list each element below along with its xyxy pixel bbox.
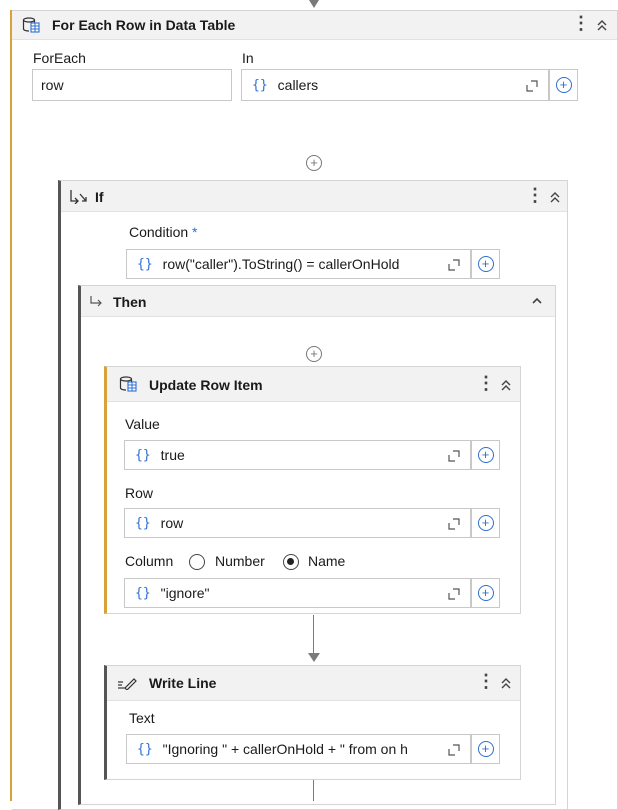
column-expression-value: "ignore" (160, 585, 210, 601)
add-activity-icon[interactable]: + (306, 346, 322, 362)
foreach-variable-input[interactable]: row (32, 69, 232, 101)
write-line-collapse-icon[interactable] (500, 676, 512, 690)
value-expression-input[interactable]: {} true (124, 440, 471, 470)
value-expression-value: true (160, 447, 185, 463)
if-branch-icon (70, 190, 87, 204)
write-line-header[interactable]: Write Line ⋮ (107, 666, 520, 701)
value-add-button[interactable]: + (471, 440, 500, 470)
foreach-collapse-icon[interactable] (596, 18, 608, 32)
expression-icon: {} (137, 741, 153, 757)
plus-circle-icon: + (477, 256, 494, 272)
text-expression-input[interactable]: {} "Ignoring " + callerOnHold + " from o… (126, 734, 471, 764)
if-header[interactable]: If ⋮ (61, 181, 567, 212)
plus-circle-icon: + (477, 447, 494, 463)
foreach-title: For Each Row in Data Table (52, 17, 236, 33)
expression-icon: {} (137, 256, 153, 272)
connector-line (313, 615, 314, 655)
text-add-button[interactable]: + (471, 734, 500, 764)
column-add-button[interactable]: + (471, 578, 500, 608)
write-line-menu-kebab-icon[interactable]: ⋮ (477, 671, 495, 692)
required-mark: * (192, 224, 198, 240)
column-expression-input[interactable]: {} "ignore" (124, 578, 471, 608)
update-row-item-collapse-icon[interactable] (500, 378, 512, 392)
update-row-item-menu-kebab-icon[interactable]: ⋮ (477, 373, 495, 394)
write-line-title: Write Line (149, 675, 217, 691)
connector-arrow-top (309, 0, 319, 8)
write-line-pen-icon (118, 678, 137, 690)
plus-circle-icon: + (477, 741, 494, 757)
then-title: Then (113, 294, 147, 310)
foreach-header[interactable]: For Each Row in Data Table ⋮ (12, 11, 617, 40)
foreach-variable-value: row (41, 77, 64, 93)
condition-label-text: Condition (129, 224, 189, 240)
add-activity-icon[interactable]: + (306, 155, 322, 171)
condition-expression-input[interactable]: {} row("caller").ToString() = callerOnHo… (126, 249, 471, 279)
then-header[interactable]: Then (81, 286, 555, 317)
expression-icon: {} (135, 447, 151, 463)
update-row-item-title: Update Row Item (149, 377, 263, 393)
row-add-button[interactable]: + (471, 508, 500, 538)
then-arrow-icon (90, 296, 102, 307)
in-label: In (242, 50, 254, 66)
column-number-radio[interactable] (189, 554, 205, 570)
row-label: Row (125, 485, 154, 501)
row-expression-value: row (160, 515, 184, 531)
column-name-radio[interactable] (283, 554, 299, 570)
if-collapse-icon[interactable] (549, 190, 561, 204)
expression-icon: {} (252, 77, 268, 93)
in-expression-value: callers (277, 77, 319, 93)
column-name-label[interactable]: Name (308, 553, 345, 569)
connector-line (313, 780, 314, 801)
in-expression-input[interactable]: {} callers (241, 69, 549, 101)
column-number-label[interactable]: Number (215, 553, 265, 569)
foreach-menu-kebab-icon[interactable]: ⋮ (572, 13, 590, 34)
expand-editor-icon[interactable] (448, 518, 460, 530)
plus-circle-icon: + (477, 585, 494, 601)
data-table-icon (22, 17, 40, 33)
connector-arrow (308, 653, 320, 662)
foreach-label: ForEach (33, 50, 86, 66)
then-collapse-icon[interactable] (531, 296, 543, 306)
plus-circle-icon: + (477, 515, 494, 531)
in-add-button[interactable]: + (549, 69, 578, 101)
text-label: Text (129, 710, 155, 726)
expand-editor-icon[interactable] (448, 588, 460, 600)
text-expression-value: "Ignoring " + callerOnHold + " from on h (162, 741, 408, 757)
update-row-item-activity[interactable]: Update Row Item ⋮ (104, 366, 521, 614)
expression-icon: {} (135, 515, 151, 531)
condition-expression-value: row("caller").ToString() = callerOnHold (162, 256, 400, 272)
data-table-icon (119, 376, 137, 392)
if-title: If (95, 189, 104, 205)
expand-editor-icon[interactable] (526, 80, 538, 92)
condition-label: Condition * (129, 224, 198, 240)
value-label: Value (125, 416, 160, 432)
expand-editor-icon[interactable] (448, 744, 460, 756)
condition-add-button[interactable]: + (471, 249, 500, 279)
expression-icon: {} (135, 585, 151, 601)
plus-circle-icon: + (555, 77, 572, 93)
row-expression-input[interactable]: {} row (124, 508, 471, 538)
update-row-item-header[interactable]: Update Row Item ⋮ (107, 367, 520, 402)
column-label: Column (125, 553, 174, 569)
expand-editor-icon[interactable] (448, 259, 460, 271)
expand-editor-icon[interactable] (448, 450, 460, 462)
if-menu-kebab-icon[interactable]: ⋮ (526, 185, 544, 206)
